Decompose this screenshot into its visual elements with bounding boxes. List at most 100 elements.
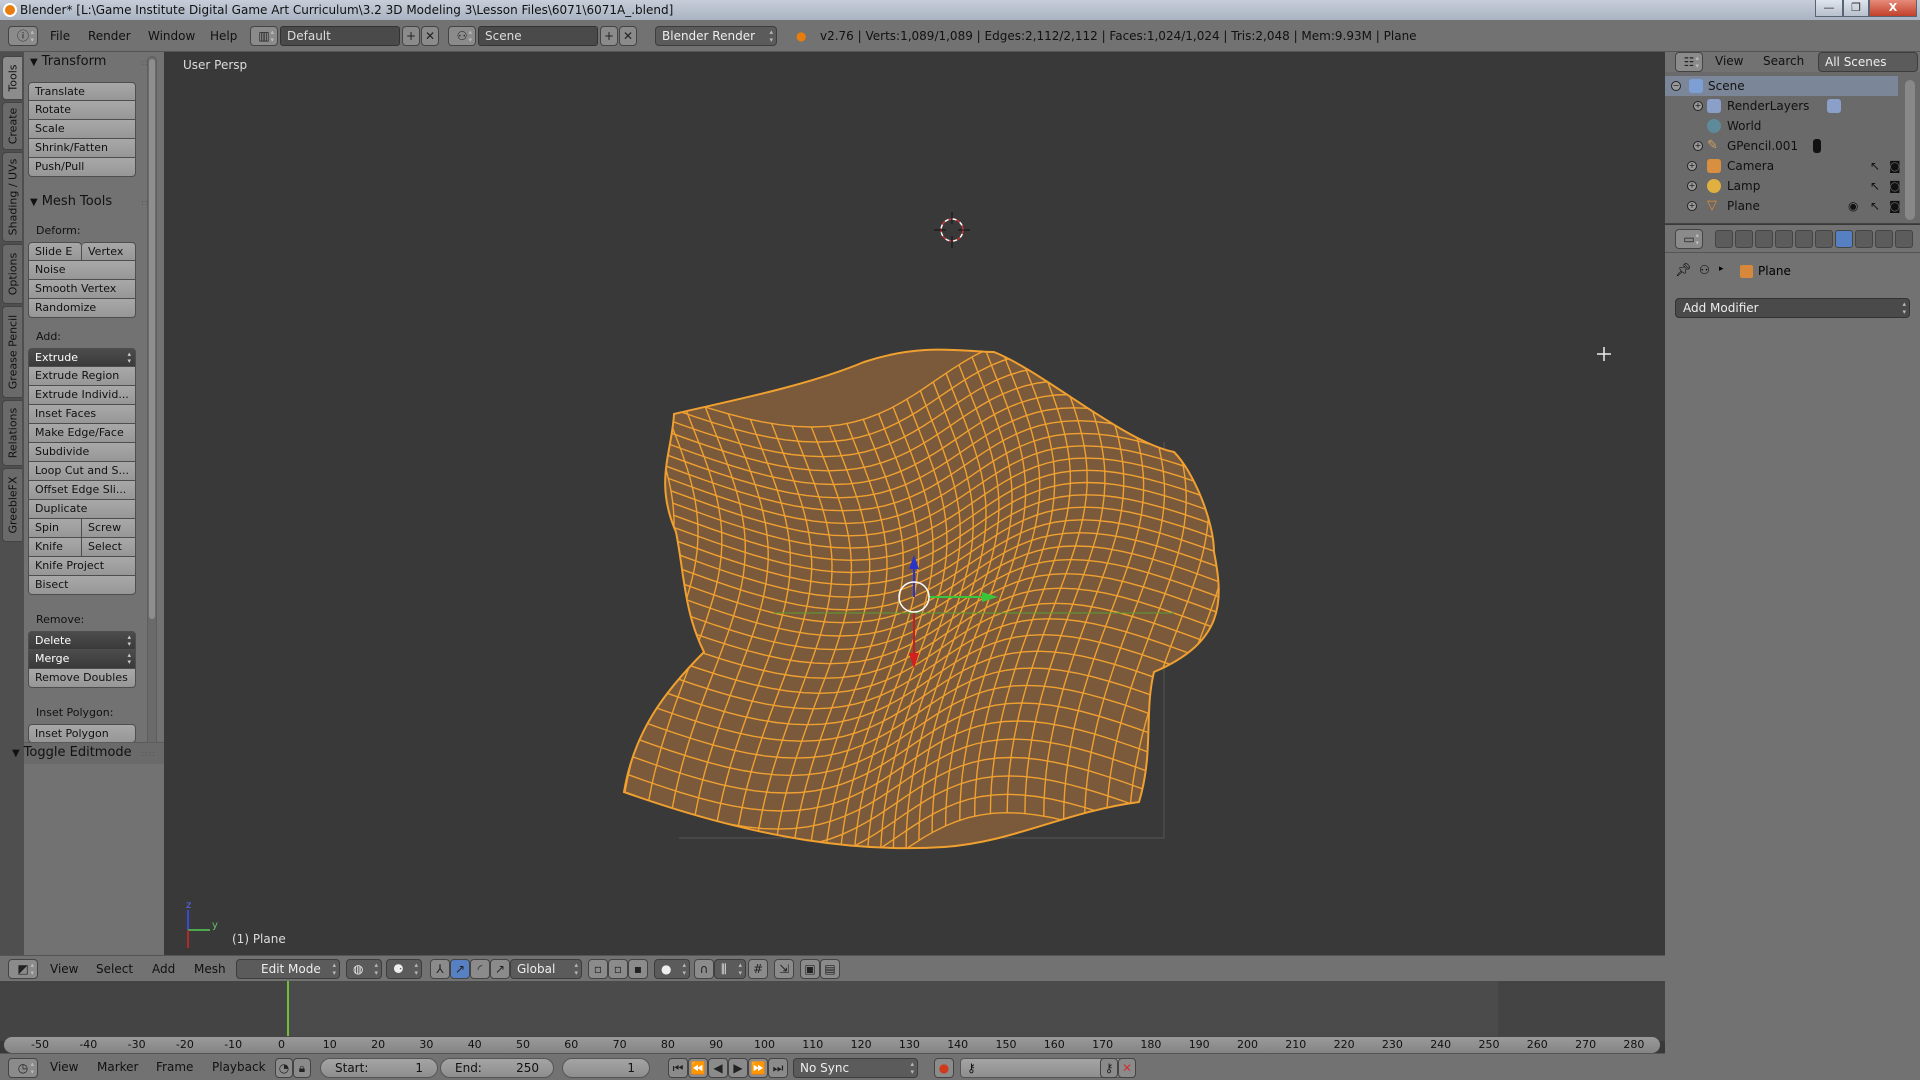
outliner-item-renderlayers[interactable]: + RenderLayers: [1665, 96, 1898, 116]
menu-render[interactable]: Render: [88, 29, 131, 43]
shrink-fatten-button[interactable]: Shrink/Fatten: [28, 139, 136, 158]
add-layout-button[interactable]: +: [402, 26, 420, 46]
outliner-item-plane[interactable]: + ▽ Plane ◉ ↖ ◙: [1665, 196, 1901, 216]
tab-create[interactable]: Create: [2, 102, 22, 150]
delete-dropdown[interactable]: Delete: [28, 631, 136, 650]
constraints-tab-icon[interactable]: [1815, 230, 1833, 248]
expand-icon[interactable]: +: [1687, 181, 1697, 191]
expand-icon[interactable]: +: [1687, 161, 1697, 171]
scale-button[interactable]: Scale: [28, 120, 136, 139]
layout-type-button[interactable]: ▥: [250, 26, 278, 46]
insert-keyframe-button[interactable]: ⚷: [1100, 1058, 1118, 1078]
subdivide-button[interactable]: Subdivide: [28, 443, 136, 462]
inset-faces-button[interactable]: Inset Faces: [28, 405, 136, 424]
material-tab-icon[interactable]: [1875, 230, 1893, 248]
expand-icon[interactable]: +: [1693, 101, 1703, 111]
vertex-select-button[interactable]: ▫: [588, 959, 608, 979]
tool-shelf-scrollbar[interactable]: [147, 56, 157, 756]
select-arrow-icon[interactable]: ↖: [1870, 156, 1880, 176]
screw-button[interactable]: Screw: [82, 519, 136, 538]
face-select-button[interactable]: ▪: [628, 959, 648, 979]
end-frame-field[interactable]: End: 250: [440, 1058, 554, 1078]
mesh-tools-panel-header[interactable]: ▼ Mesh Tools: [30, 194, 112, 209]
select-arrow-icon[interactable]: ↖: [1870, 196, 1880, 216]
render-animation-button[interactable]: ▤: [820, 959, 840, 979]
render-tab-icon[interactable]: [1715, 230, 1733, 248]
play-button[interactable]: ▶: [728, 1058, 748, 1078]
start-frame-field[interactable]: Start: 1: [320, 1058, 438, 1078]
prev-keyframe-button[interactable]: ⏪: [688, 1058, 708, 1078]
close-button[interactable]: X: [1869, 0, 1917, 17]
push-pull-button[interactable]: Push/Pull: [28, 158, 136, 177]
modifiers-tab-icon[interactable]: [1835, 230, 1853, 248]
pin-icon[interactable]: 📌︎: [1675, 263, 1692, 278]
layout-field[interactable]: Default: [280, 26, 400, 46]
extrude-individual-button[interactable]: Extrude Individ...: [28, 386, 136, 405]
timeline[interactable]: -50 -40 -30 -20 -10 0 10 20 30 40 50 60 70 80 90 100 110…: [0, 981, 1665, 1053]
menu-view[interactable]: View: [50, 962, 78, 976]
tab-options[interactable]: Options: [2, 244, 22, 304]
translate-button[interactable]: Translate: [28, 82, 136, 101]
toggle-editmode-header[interactable]: ▼ Toggle Editmode: [12, 745, 132, 760]
knife-button[interactable]: Knife: [28, 538, 82, 557]
delete-keyframe-button[interactable]: ✕: [1118, 1058, 1136, 1078]
translate-manipulator-button[interactable]: ↗: [450, 959, 470, 979]
transform-panel-header[interactable]: ▼ Transform: [30, 54, 106, 69]
menu-playback[interactable]: Playback: [212, 1060, 266, 1074]
delete-layout-button[interactable]: ✕: [421, 26, 439, 46]
merge-dropdown[interactable]: Merge: [28, 650, 136, 669]
texture-tab-icon[interactable]: [1895, 230, 1913, 248]
menu-help[interactable]: Help: [210, 29, 237, 43]
data-tab-icon[interactable]: [1855, 230, 1873, 248]
mode-dropdown[interactable]: Edit Mode: [236, 959, 340, 979]
orientation-dropdown[interactable]: Global: [510, 959, 582, 979]
outliner-scrollbar[interactable]: [1905, 80, 1915, 220]
spin-button[interactable]: Spin: [28, 519, 82, 538]
rotate-button[interactable]: Rotate: [28, 101, 136, 120]
lock-time-cursor-toggle[interactable]: 🔒︎: [293, 1058, 311, 1078]
outliner-item-camera[interactable]: + Camera ↖ ◙: [1665, 156, 1901, 176]
randomize-button[interactable]: Randomize: [28, 299, 136, 318]
extrude-region-button[interactable]: Extrude Region: [28, 367, 136, 386]
play-reverse-button[interactable]: ◀: [708, 1058, 728, 1078]
snap-element-dropdown[interactable]: ⫼: [714, 959, 746, 979]
3d-viewport[interactable]: User Persp z y (1) Plane: [164, 52, 1665, 955]
expand-icon[interactable]: +: [1693, 141, 1703, 151]
menu-search[interactable]: Search: [1763, 54, 1804, 68]
render-camera-icon[interactable]: ◙: [1889, 176, 1901, 196]
display-mode-dropdown[interactable]: All Scenes: [1818, 52, 1918, 72]
editor-type-button[interactable]: ⓘ: [8, 26, 38, 46]
outliner-item-gpencil[interactable]: + ✎ GPencil.001: [1665, 136, 1898, 156]
menu-view[interactable]: View: [1715, 54, 1743, 68]
snap-target-button[interactable]: #: [748, 959, 768, 979]
tab-tools[interactable]: Tools: [2, 56, 22, 100]
render-camera-icon[interactable]: ◙: [1889, 156, 1901, 176]
next-keyframe-button[interactable]: ⏩: [748, 1058, 768, 1078]
preview-range-toggle[interactable]: ◔: [275, 1058, 293, 1078]
rotate-manipulator-button[interactable]: ◜: [470, 959, 490, 979]
delete-scene-button[interactable]: ✕: [619, 26, 637, 46]
snap-toggle[interactable]: ∩: [694, 959, 714, 979]
auto-keying-record-button[interactable]: ●: [934, 1058, 954, 1078]
current-frame-indicator[interactable]: [287, 981, 289, 1036]
editor-type-button[interactable]: ▭: [1675, 229, 1703, 249]
jump-end-button[interactable]: ⏭: [768, 1058, 788, 1078]
knife-select-button[interactable]: Select: [82, 538, 136, 557]
duplicate-button[interactable]: Duplicate: [28, 500, 136, 519]
menu-marker[interactable]: Marker: [97, 1060, 138, 1074]
tab-grease-pencil[interactable]: Grease Pencil: [2, 306, 22, 398]
menu-frame[interactable]: Frame: [156, 1060, 193, 1074]
editor-type-button[interactable]: ◩: [8, 959, 38, 979]
scene-field[interactable]: Scene: [478, 26, 598, 46]
tab-relations[interactable]: Relations: [2, 400, 22, 466]
collapse-icon[interactable]: −: [1671, 81, 1681, 91]
scene-type-button[interactable]: ⚇: [448, 26, 476, 46]
render-camera-icon[interactable]: ◙: [1889, 196, 1901, 216]
render-engine-dropdown[interactable]: Blender Render: [655, 26, 777, 46]
tab-shading-uvs[interactable]: Shading / UVs: [2, 152, 22, 242]
visibility-eye-icon[interactable]: ◉: [1848, 196, 1858, 216]
make-edge-face-button[interactable]: Make Edge/Face: [28, 424, 136, 443]
smooth-vertex-button[interactable]: Smooth Vertex: [28, 280, 136, 299]
add-scene-button[interactable]: +: [600, 26, 618, 46]
menu-select[interactable]: Select: [96, 962, 133, 976]
